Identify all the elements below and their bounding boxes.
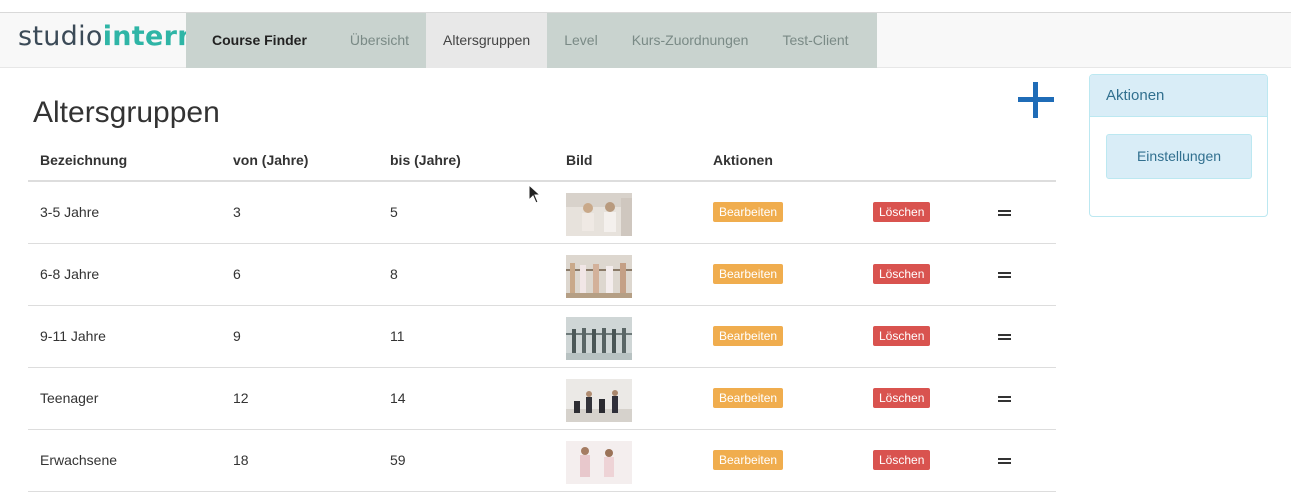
ballet-thumbnail-image [566, 440, 632, 484]
row-from: 9 [221, 305, 378, 368]
edit-button[interactable]: Bearbeiten [713, 202, 784, 223]
nav-uebersicht[interactable]: Übersicht [332, 13, 427, 68]
delete-button[interactable]: Löschen [873, 264, 931, 284]
drag-handle-icon[interactable] [998, 209, 1011, 217]
delete-button[interactable]: Löschen [873, 450, 931, 470]
settings-button[interactable]: Einstellungen [1106, 134, 1252, 179]
row-name: 6-8 Jahre [28, 243, 221, 306]
drag-handle-icon[interactable] [998, 395, 1011, 403]
row-name: Erwachsene [28, 429, 221, 492]
brand-part1: studio [18, 21, 103, 52]
row-image-cell [554, 367, 701, 430]
header-von[interactable]: von (Jahre) [221, 140, 378, 182]
drag-handle-icon[interactable] [998, 271, 1011, 279]
main-nav: Course Finder Übersicht Altersgruppen Le… [186, 13, 877, 68]
header-empty [986, 140, 1056, 182]
edit-button[interactable]: Bearbeiten [713, 326, 784, 346]
header-bild: Bild [554, 140, 701, 182]
nav-course-finder[interactable]: Course Finder [186, 13, 333, 68]
nav-altersgruppen[interactable]: Altersgruppen [426, 13, 548, 68]
mouse-pointer-icon [528, 184, 542, 204]
table-row[interactable]: Teenager 12 14 Bearbeiten Löschen [28, 367, 1056, 430]
row-edit-cell: Bearbeiten [701, 367, 861, 430]
row-edit-cell: Bearbeiten [701, 243, 861, 306]
row-delete-cell: Löschen [861, 367, 986, 430]
row-delete-cell: Löschen [861, 429, 986, 492]
row-edit-cell: Bearbeiten [701, 305, 861, 368]
nav-kurs-zuordnungen[interactable]: Kurs-Zuordnungen [614, 13, 766, 68]
table-row[interactable]: Erwachsene 18 59 Bearbeiten Löschen [28, 429, 1056, 492]
row-from: 12 [221, 367, 378, 430]
ballet-thumbnail-image [566, 378, 632, 422]
row-from: 18 [221, 429, 378, 492]
row-edit-cell: Bearbeiten [701, 429, 861, 492]
row-image-cell [554, 305, 701, 368]
row-edit-cell: Bearbeiten [701, 181, 861, 244]
drag-handle-icon[interactable] [998, 333, 1011, 341]
table-row[interactable]: 9-11 Jahre 9 11 Bearbeiten Löschen [28, 305, 1056, 368]
row-drag-cell [986, 367, 1056, 430]
navbar: studiointern Course Finder Übersicht Alt… [0, 13, 1291, 68]
nav-test-client[interactable]: Test-Client [765, 13, 877, 68]
row-delete-cell: Löschen [861, 181, 986, 244]
age-groups-table: Bezeichnung von (Jahre) bis (Jahre) Bild… [28, 140, 1056, 492]
row-image-cell [554, 243, 701, 306]
row-name: 9-11 Jahre [28, 305, 221, 368]
page-title: Altersgruppen [33, 96, 220, 129]
table-header-row: Bezeichnung von (Jahre) bis (Jahre) Bild… [28, 140, 1056, 182]
ballet-thumbnail-image [566, 316, 632, 360]
row-to: 14 [378, 367, 554, 430]
ballet-thumbnail-image [566, 192, 632, 236]
row-delete-cell: Löschen [861, 243, 986, 306]
delete-button[interactable]: Löschen [873, 326, 931, 346]
actions-panel-title: Aktionen [1090, 75, 1267, 117]
row-to: 8 [378, 243, 554, 306]
drag-handle-icon[interactable] [998, 457, 1011, 465]
row-drag-cell [986, 429, 1056, 492]
row-from: 6 [221, 243, 378, 306]
row-name: Teenager [28, 367, 221, 430]
ballet-thumbnail-image [566, 254, 632, 298]
row-from: 3 [221, 181, 378, 244]
header-bezeichnung[interactable]: Bezeichnung [28, 140, 221, 182]
brand-logo[interactable]: studiointern [18, 13, 197, 68]
row-to: 11 [378, 305, 554, 368]
add-button[interactable] [1016, 80, 1056, 120]
row-to: 59 [378, 429, 554, 492]
delete-button[interactable]: Löschen [873, 388, 931, 408]
table-row[interactable]: 6-8 Jahre 6 8 Bearbeiten Löschen [28, 243, 1056, 306]
row-drag-cell [986, 181, 1056, 244]
header-aktionen: Aktionen [701, 140, 861, 182]
header-bis[interactable]: bis (Jahre) [378, 140, 554, 182]
row-image-cell [554, 429, 701, 492]
brand-part2: intern [102, 21, 197, 52]
header-empty [861, 140, 986, 182]
row-drag-cell [986, 305, 1056, 368]
actions-panel: Aktionen Einstellungen [1089, 74, 1268, 217]
delete-button[interactable]: Löschen [873, 202, 931, 223]
row-name: 3-5 Jahre [28, 181, 221, 244]
edit-button[interactable]: Bearbeiten [713, 264, 784, 284]
edit-button[interactable]: Bearbeiten [713, 450, 784, 470]
row-delete-cell: Löschen [861, 305, 986, 368]
row-image-cell [554, 181, 701, 244]
table-row[interactable]: 3-5 Jahre 3 5 Bearbeiten Löschen [28, 181, 1056, 244]
row-drag-cell [986, 243, 1056, 306]
nav-level[interactable]: Level [547, 13, 615, 68]
edit-button[interactable]: Bearbeiten [713, 388, 784, 408]
